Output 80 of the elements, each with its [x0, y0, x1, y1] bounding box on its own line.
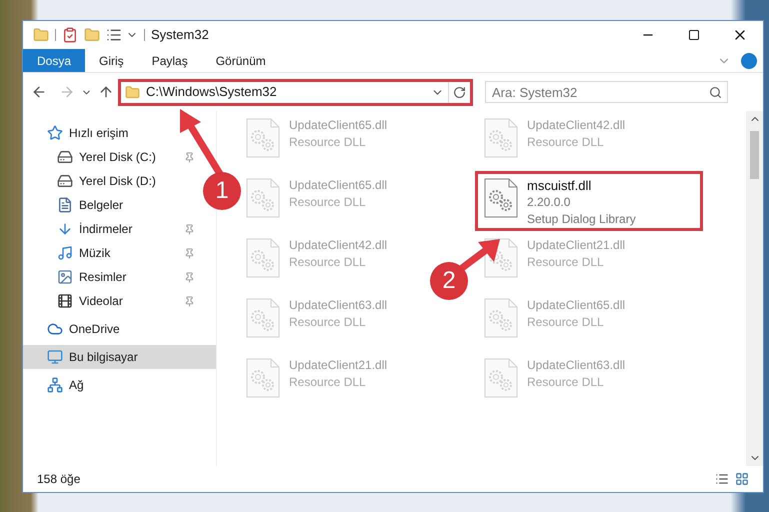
monitor-icon: [47, 349, 63, 365]
sidebar-item[interactable]: İndirmeler: [23, 217, 201, 241]
sidebar-item[interactable]: Müzik: [23, 241, 201, 265]
file-detail: Resource DLL: [527, 374, 605, 391]
drive-icon: [57, 173, 73, 189]
file-name: UpdateClient42.dll: [289, 237, 388, 254]
sidebar-item[interactable]: Belgeler: [23, 193, 201, 217]
arrow: [460, 239, 500, 271]
address-field[interactable]: C:\Windows\System32: [118, 78, 473, 106]
gear-file-icon: [245, 357, 281, 399]
file-detail: 2.20.0.0: [527, 194, 572, 211]
file-detail: Resource DLL: [527, 254, 605, 271]
gear-file-icon: [483, 177, 519, 219]
file-detail: Resource DLL: [289, 254, 367, 271]
window-title: System32: [151, 26, 209, 44]
cloud-icon: [47, 321, 63, 337]
file-detail: Setup Dialog Library: [527, 211, 636, 228]
properties-icon[interactable]: [106, 27, 122, 43]
item-count: 158 öğe: [37, 471, 82, 488]
document-icon: [57, 197, 73, 213]
picture-icon: [57, 269, 73, 285]
file-name: mscuistf.dll: [527, 177, 592, 194]
details-view-icon[interactable]: [715, 472, 729, 486]
scroll-thumb[interactable]: [750, 131, 759, 179]
folder-icon: [125, 84, 140, 100]
file-detail: Resource DLL: [289, 194, 367, 211]
file-name: UpdateClient65.dll: [527, 297, 626, 314]
file-name: UpdateClient65.dll: [289, 117, 388, 134]
pin-icon[interactable]: [184, 296, 195, 306]
file-name: UpdateClient21.dll: [289, 357, 388, 374]
gear-file-icon: [245, 177, 281, 219]
sidebar-item[interactable]: Videolar: [23, 289, 201, 313]
file-detail: Resource DLL: [289, 374, 367, 391]
ribbon-tab[interactable]: Dosya: [23, 49, 86, 72]
gear-file-icon: [483, 117, 519, 159]
arrow: [180, 109, 223, 176]
gear-file-icon: [245, 117, 281, 159]
file-detail: Resource DLL: [289, 134, 367, 151]
address-path: C:\Windows\System32: [146, 83, 278, 102]
pin-icon[interactable]: [184, 224, 195, 234]
pin-icon[interactable]: [184, 272, 195, 282]
file-name: UpdateClient21.dll: [527, 237, 626, 254]
gear-file-icon: [245, 237, 281, 279]
search-field[interactable]: Ara: System32: [485, 81, 728, 103]
music-note-icon: [57, 245, 73, 261]
gear-file-icon: [483, 357, 519, 399]
file-detail: Resource DLL: [289, 314, 367, 331]
ribbon-tab[interactable]: Görünüm: [202, 49, 280, 72]
network-icon: [47, 377, 63, 393]
sidebar-item[interactable]: Yerel Disk (C:): [23, 145, 201, 169]
scrollbar[interactable]: [746, 111, 763, 466]
drive-icon: [57, 149, 73, 165]
file-detail: Resource DLL: [527, 314, 605, 331]
star-icon: [47, 125, 63, 141]
ribbon-tab[interactable]: Paylaş: [138, 49, 202, 72]
sidebar-item[interactable]: Hızlı erişim: [23, 121, 201, 145]
sidebar-item[interactable]: Ağ: [23, 373, 201, 397]
gear-file-icon: [245, 297, 281, 339]
gear-file-icon: [483, 297, 519, 339]
sidebar-item[interactable]: OneDrive: [23, 317, 201, 341]
up-icon[interactable]: [98, 84, 114, 100]
file-name: UpdateClient65.dll: [289, 177, 388, 194]
file-item[interactable]: mscuistf.dll 2.20.0.0 Setup Dialog Library: [475, 171, 703, 231]
checklist-icon[interactable]: [62, 27, 78, 43]
sidebar-item[interactable]: Bu bilgisayar: [23, 345, 216, 369]
search-icon[interactable]: [709, 86, 722, 99]
pin-icon[interactable]: [184, 152, 195, 162]
file-name: UpdateClient63.dll: [289, 297, 388, 314]
back-icon[interactable]: [31, 84, 47, 100]
ribbon-tab[interactable]: Giriş: [85, 49, 138, 72]
pin-icon[interactable]: [184, 248, 195, 258]
sidebar-item[interactable]: Yerel Disk (D:): [23, 169, 201, 193]
sidebar-item[interactable]: Resimler: [23, 265, 201, 289]
file-detail: Resource DLL: [527, 134, 605, 151]
film-icon: [57, 293, 73, 309]
file-name: UpdateClient42.dll: [527, 117, 626, 134]
refresh-icon[interactable]: [453, 86, 466, 98]
large-icons-view-icon[interactable]: [735, 472, 749, 486]
maximize-icon: [688, 29, 700, 41]
file-name: UpdateClient63.dll: [527, 357, 626, 374]
